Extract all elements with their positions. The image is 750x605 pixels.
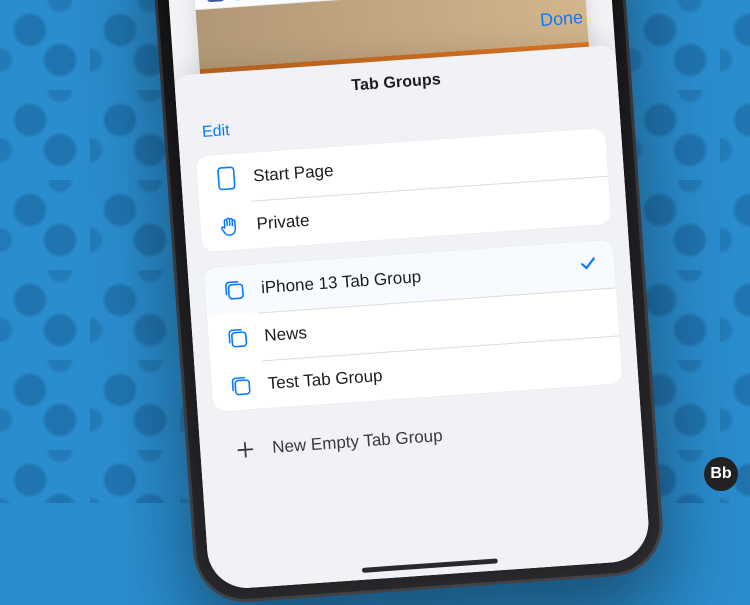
row-label: Test Tab Group	[267, 350, 606, 394]
row-label: Private	[256, 191, 595, 235]
tabs-icon	[220, 278, 247, 302]
phone-screen: Done Tab Groups Edit Start Page	[159, 0, 651, 591]
row-label: iPhone 13 Tab Group	[260, 256, 579, 298]
new-group-label: New Empty Tab Group	[272, 426, 444, 458]
tab-icon	[213, 166, 241, 192]
watermark-badge: Bb	[704, 457, 738, 491]
tabs-icon	[224, 326, 251, 350]
tabs-icon	[227, 374, 254, 398]
check-icon	[577, 252, 599, 278]
fixed-items-group: Start Page Private	[196, 128, 612, 252]
custom-groups: iPhone 13 Tab Group News	[204, 240, 623, 412]
hand-icon	[216, 214, 243, 238]
done-button[interactable]: Done	[539, 7, 583, 31]
plus-icon	[232, 439, 259, 461]
tab-groups-sheet: Tab Groups Edit Start Page	[174, 45, 651, 591]
social-icon	[206, 0, 225, 2]
edit-button[interactable]: Edit	[193, 118, 238, 147]
phone-frame: Done Tab Groups Edit Start Page	[144, 0, 666, 605]
new-empty-tab-group-button[interactable]: New Empty Tab Group	[215, 399, 627, 475]
